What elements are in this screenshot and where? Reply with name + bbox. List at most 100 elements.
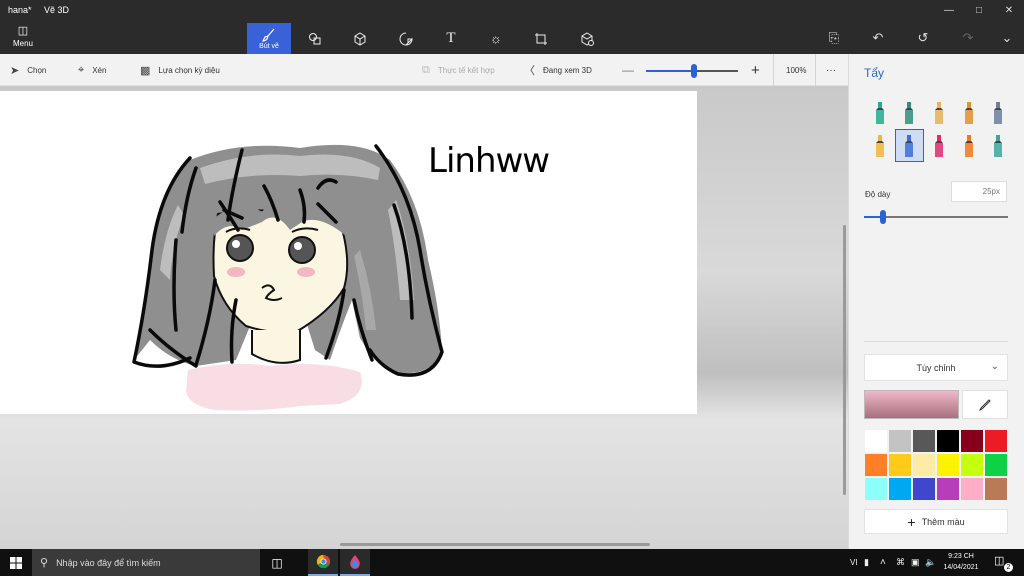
vpn-icon[interactable]: ▣	[911, 549, 920, 576]
thickness-slider[interactable]	[864, 210, 1008, 224]
tab-effects[interactable]: ☼	[474, 23, 518, 54]
zoom-in-button[interactable]: +	[751, 54, 760, 86]
chrome-icon	[316, 554, 330, 569]
volume-icon[interactable]: 🔈	[925, 549, 936, 576]
add-color-button[interactable]: + Thêm màu	[864, 509, 1008, 534]
color-swatch[interactable]	[888, 477, 912, 501]
more-options-button[interactable]: ···	[826, 54, 836, 86]
mixed-reality-button[interactable]: ⧉ Thực tế kết hợp	[422, 54, 495, 86]
color-swatch[interactable]	[936, 453, 960, 477]
undo-button[interactable]: ↶	[866, 28, 890, 48]
paint-3d-icon	[350, 554, 360, 569]
color-swatch[interactable]	[888, 453, 912, 477]
redo-button[interactable]: ↷	[956, 28, 980, 48]
signature-text: Linhww	[428, 141, 550, 181]
tab-brushes[interactable]: Bút vẽ	[247, 23, 291, 54]
history-icon: ↺	[917, 30, 929, 45]
crop-button[interactable]: ⌖ Xén	[78, 54, 106, 86]
network-icon[interactable]: ⌘	[896, 549, 905, 576]
eyedropper-icon	[979, 398, 991, 411]
panel-title: Tẩy	[864, 66, 885, 80]
crayon-brush[interactable]	[924, 129, 954, 162]
divider	[773, 54, 774, 86]
tab-2d-shapes[interactable]	[293, 23, 337, 54]
color-swatch[interactable]	[960, 429, 984, 453]
calligraphy-pen-brush[interactable]	[895, 96, 925, 129]
select-button[interactable]: ➤ Chọn	[10, 54, 46, 86]
thickness-input[interactable]: 25px	[951, 181, 1007, 202]
tab-3d-library[interactable]	[565, 23, 609, 54]
battery-icon[interactable]: ▮	[864, 549, 869, 576]
document-name: hana*	[8, 5, 32, 15]
tab-text[interactable]: T	[429, 23, 473, 54]
taskbar-search[interactable]: ⚲ Nhập vào đây để tìm kiếm	[32, 549, 260, 576]
select-label: Chọn	[27, 65, 47, 75]
fill-brush[interactable]	[983, 129, 1013, 162]
view-3d-button[interactable]: 〈 Đang xem 3D	[524, 54, 592, 86]
windows-icon	[10, 556, 22, 569]
language-indicator[interactable]: VI	[850, 549, 858, 576]
color-swatch[interactable]	[912, 477, 936, 501]
history-button[interactable]: ↺	[911, 28, 935, 48]
chrome-button[interactable]	[308, 549, 338, 576]
spray-can-brush[interactable]	[954, 129, 984, 162]
spray-can-brush-icon	[964, 134, 973, 157]
close-icon[interactable]: ✕	[994, 0, 1024, 20]
taskbar: ⚲ Nhập vào đây để tìm kiếm ◫ VI ▮ ˄ ⌘ ▣ …	[0, 549, 1024, 576]
horizontal-scrollbar[interactable]	[340, 543, 650, 546]
notification-button[interactable]: ◫ 2	[994, 554, 1013, 572]
color-swatch[interactable]	[864, 429, 888, 453]
show-hidden-icons[interactable]: ˄	[880, 549, 886, 576]
color-swatch[interactable]	[912, 453, 936, 477]
marker-brush-icon	[875, 101, 884, 124]
eyedropper-button[interactable]	[962, 390, 1008, 419]
mixed-reality-label: Thực tế kết hợp	[437, 65, 495, 75]
zoom-slider-fill	[646, 70, 694, 72]
task-view-button[interactable]: ◫	[262, 549, 292, 576]
drawing-canvas[interactable]: Linhww	[0, 91, 697, 414]
color-mode-dropdown[interactable]: Tùy chỉnh ⌄	[864, 354, 1008, 381]
magic-select-button[interactable]: ▩ Lựa chọn kỳ diệu	[140, 54, 220, 86]
maximize-icon[interactable]: □	[964, 0, 994, 20]
vertical-scrollbar[interactable]	[843, 225, 846, 495]
marker-brush[interactable]	[865, 96, 895, 129]
watercolor-brush[interactable]	[954, 96, 984, 129]
zoom-slider[interactable]	[646, 64, 738, 78]
zoom-slider-thumb[interactable]	[690, 64, 697, 78]
color-swatch[interactable]	[984, 429, 1008, 453]
color-swatch[interactable]	[984, 453, 1008, 477]
color-swatch[interactable]	[912, 429, 936, 453]
zoom-out-button[interactable]: —	[622, 54, 634, 86]
color-swatch[interactable]	[936, 429, 960, 453]
current-color-swatch[interactable]	[864, 390, 959, 419]
clock[interactable]: 9:23 CH 14/04/2021	[940, 551, 982, 573]
pixel-pen-brush[interactable]	[983, 96, 1013, 129]
pencil-brush[interactable]	[865, 129, 895, 162]
color-swatch[interactable]	[864, 477, 888, 501]
tab-stickers[interactable]	[384, 23, 428, 54]
oil-brush[interactable]	[924, 96, 954, 129]
expand-chevron-icon: ⌄	[1001, 30, 1013, 45]
color-swatch[interactable]	[888, 429, 912, 453]
tab-canvas[interactable]	[519, 23, 563, 54]
tab-3d-shapes[interactable]	[338, 23, 382, 54]
thickness-slider-thumb[interactable]	[879, 210, 886, 224]
cursor-icon: ➤	[10, 64, 20, 77]
paste-button[interactable]: ⎘	[822, 28, 846, 48]
brush-icon	[262, 28, 275, 42]
crayon-brush-icon	[934, 134, 943, 157]
color-swatch[interactable]	[936, 477, 960, 501]
hair-drawing	[132, 144, 444, 411]
expand-ribbon-button[interactable]: ⌄	[995, 28, 1019, 48]
color-swatch[interactable]	[960, 477, 984, 501]
eraser-brush[interactable]	[894, 129, 925, 162]
color-swatch[interactable]	[984, 477, 1008, 501]
minimize-icon[interactable]: —	[934, 0, 964, 20]
eraser-brush-icon	[905, 134, 914, 157]
color-swatch[interactable]	[960, 453, 984, 477]
start-button[interactable]	[0, 549, 32, 576]
paint-3d-button[interactable]	[340, 549, 370, 576]
menu-button[interactable]: ◫ Menu	[8, 26, 38, 50]
plus-icon: +	[751, 61, 760, 79]
color-swatch[interactable]	[864, 453, 888, 477]
